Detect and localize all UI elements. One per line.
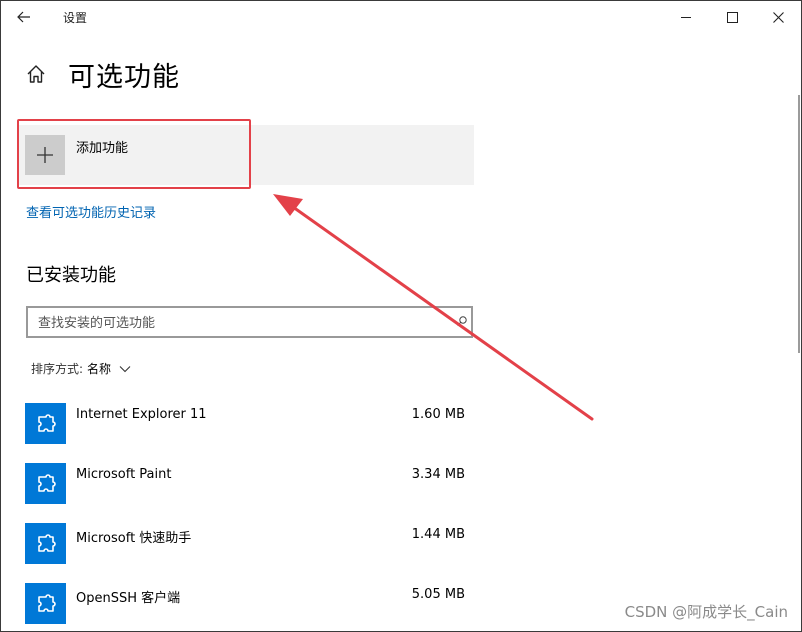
feature-name: OpenSSH 客户端: [76, 591, 181, 606]
view-history-link[interactable]: 查看可选功能历史记录: [26, 202, 156, 221]
scrollbar-thumb[interactable]: [798, 95, 800, 353]
plus-icon: [37, 147, 53, 163]
maximize-button[interactable]: [709, 1, 755, 33]
add-feature-label[interactable]: 添加功能: [76, 137, 128, 156]
feature-item-internet-explorer[interactable]: Internet Explorer 11 1.60 MB: [25, 403, 471, 445]
maximize-icon: [726, 11, 738, 23]
add-feature-tile[interactable]: [25, 135, 65, 175]
title-bar: 设置: [1, 1, 801, 33]
feature-name: Microsoft 快速助手: [76, 531, 192, 546]
feature-item-openssh-client[interactable]: OpenSSH 客户端 5.05 MB: [25, 583, 471, 625]
feature-name: Internet Explorer 11: [76, 407, 207, 422]
sort-label: 排序方式:: [31, 362, 84, 376]
search-input[interactable]: [36, 312, 450, 334]
minimize-icon: [681, 16, 691, 18]
feature-size: 3.34 MB: [411, 467, 465, 482]
sort-dropdown[interactable]: 排序方式: 名称: [31, 360, 131, 377]
feature-size: 5.05 MB: [411, 587, 465, 602]
sort-value[interactable]: 名称: [87, 360, 111, 377]
back-button[interactable]: [11, 5, 37, 29]
window-title: 设置: [63, 11, 88, 25]
minimize-button[interactable]: [663, 1, 709, 33]
feature-size: 1.60 MB: [411, 407, 465, 422]
watermark: CSDN @阿成学长_Cain: [624, 603, 788, 621]
close-button[interactable]: [755, 1, 801, 33]
feature-item-quick-assist[interactable]: Microsoft 快速助手 1.44 MB: [25, 523, 471, 565]
feature-item-microsoft-paint[interactable]: Microsoft Paint 3.34 MB: [25, 463, 471, 505]
feature-size: 1.44 MB: [411, 527, 465, 542]
close-icon: [772, 11, 784, 23]
home-icon[interactable]: [25, 63, 47, 85]
puzzle-piece-icon: [25, 583, 66, 624]
puzzle-piece-icon: [25, 523, 66, 564]
installed-features-heading: 已安装功能: [26, 265, 116, 286]
puzzle-piece-icon: [25, 403, 66, 444]
vertical-scrollbar[interactable]: [796, 33, 801, 631]
feature-name: Microsoft Paint: [76, 467, 172, 482]
search-box[interactable]: [26, 306, 473, 338]
page-title: 可选功能: [68, 62, 180, 93]
puzzle-piece-icon: [25, 463, 66, 504]
arrow-left-icon: [17, 11, 30, 23]
chevron-down-icon[interactable]: [119, 365, 131, 373]
search-icon[interactable]: [456, 315, 468, 327]
settings-window: 设置 可选功能 添加功能 查看可选功能历史记录 已安装功能 查找安装的可选功能 …: [0, 0, 802, 632]
